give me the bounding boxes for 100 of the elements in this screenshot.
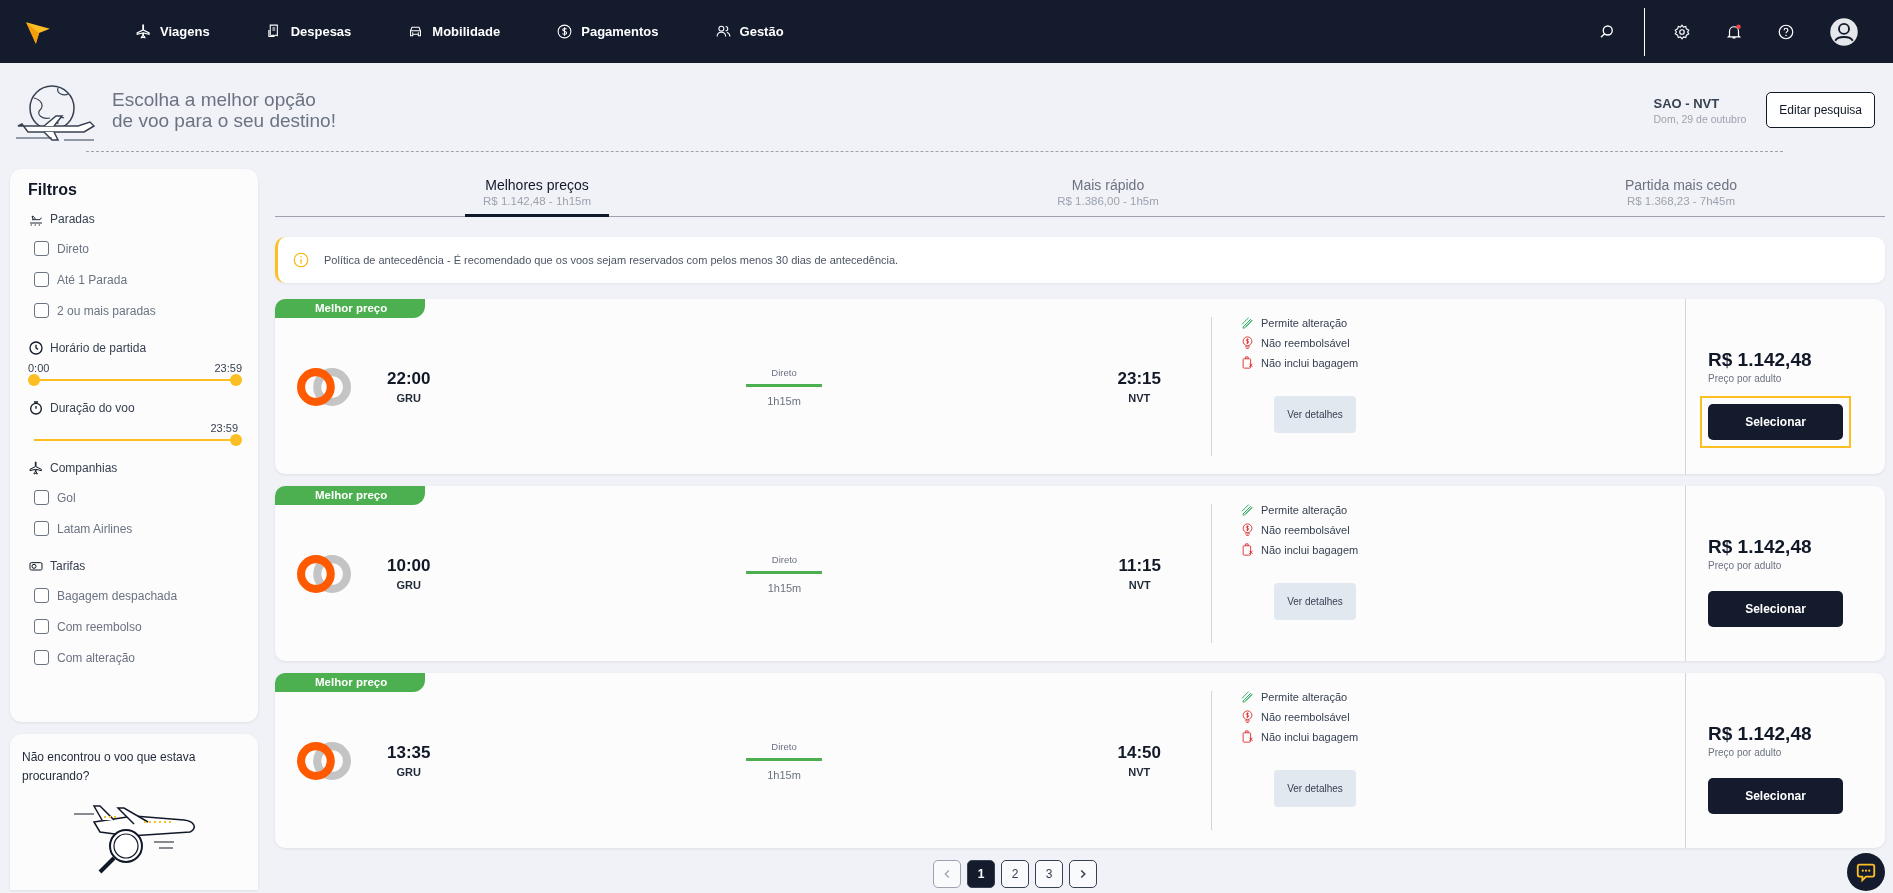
settings-icon bbox=[1673, 22, 1691, 41]
airplane-icon bbox=[135, 23, 152, 40]
filter-option[interactable]: Latam Airlines bbox=[28, 513, 242, 544]
checkbox[interactable] bbox=[34, 272, 49, 287]
best-price-badge: Melhor preço bbox=[275, 673, 425, 692]
fare-feature: Não reembolsável bbox=[1261, 523, 1350, 536]
filter-section-title: Companhias bbox=[50, 461, 118, 475]
chat-bubble-icon bbox=[1855, 861, 1877, 883]
bell-icon bbox=[1725, 22, 1743, 41]
details-button[interactable]: Ver detalhes bbox=[1274, 770, 1356, 807]
filter-section-title: Duração do voo bbox=[50, 401, 135, 415]
nav-link[interactable]: Mobilidade bbox=[379, 23, 529, 40]
dollar-icon bbox=[1240, 522, 1255, 537]
price-note: Preço por adulto bbox=[1708, 373, 1783, 384]
best-price-badge: Melhor preço bbox=[275, 299, 425, 318]
fare-feature: Não reembolsável bbox=[1261, 336, 1350, 349]
departure-time: 10:00 bbox=[387, 556, 431, 576]
arrival-airport: NVT bbox=[1128, 392, 1151, 404]
fare-feature: Permite alteração bbox=[1261, 316, 1348, 329]
checkbox[interactable] bbox=[34, 241, 49, 256]
price: R$ 1.142,48 bbox=[1708, 349, 1813, 371]
checkbox[interactable] bbox=[34, 619, 49, 634]
route-date: Dom, 29 de outubro bbox=[1653, 112, 1747, 125]
arrival-time: 11:15 bbox=[1118, 556, 1161, 576]
nav-link[interactable]: Gestão bbox=[686, 23, 812, 40]
checkbox[interactable] bbox=[34, 521, 49, 536]
fare-feature: Não inclui bagagem bbox=[1261, 730, 1359, 743]
price-note: Preço por adulto bbox=[1708, 560, 1783, 571]
range-value: 23:59 bbox=[210, 422, 238, 434]
filters-title: Filtros bbox=[28, 181, 78, 199]
best-price-badge: Melhor preço bbox=[275, 486, 425, 505]
departure-time: 22:00 bbox=[387, 369, 431, 389]
slider-handle[interactable] bbox=[230, 374, 242, 386]
headline-line: de voo para o seu destino! bbox=[112, 110, 336, 131]
arrival-airport: NVT bbox=[1128, 579, 1151, 591]
range-value: 23:59 bbox=[214, 362, 242, 374]
page-button[interactable]: 3 bbox=[1035, 860, 1063, 888]
details-button[interactable]: Ver detalhes bbox=[1274, 583, 1356, 620]
sort-tab[interactable]: Melhores preços R$ 1.142,48 - 1h15m bbox=[465, 173, 610, 217]
arrival-time: 23:15 bbox=[1117, 369, 1161, 389]
details-button[interactable]: Ver detalhes bbox=[1274, 396, 1356, 433]
filter-option[interactable]: Com reembolso bbox=[28, 611, 242, 642]
filter-section-title: Paradas bbox=[50, 212, 95, 226]
checkbox[interactable] bbox=[34, 303, 49, 318]
stopwatch-icon bbox=[28, 400, 44, 416]
info-icon bbox=[292, 251, 310, 269]
range-slider[interactable] bbox=[28, 374, 242, 386]
filter-option[interactable]: 2 ou mais paradas bbox=[28, 295, 242, 326]
sort-tab[interactable]: Mais rápido R$ 1.386,00 - 1h5m bbox=[1039, 173, 1177, 217]
filter-option[interactable]: Direto bbox=[28, 233, 242, 264]
route-title: SAO - NVT bbox=[1653, 95, 1721, 111]
nav-link[interactable]: Despesas bbox=[237, 23, 380, 40]
departure-airport: GRU bbox=[396, 579, 421, 591]
checkbox[interactable] bbox=[34, 650, 49, 665]
departure-time: 13:35 bbox=[387, 743, 431, 763]
search-icon bbox=[1598, 22, 1616, 41]
chat-button[interactable] bbox=[1847, 853, 1885, 891]
slider-handle[interactable] bbox=[28, 374, 40, 386]
clock-icon bbox=[28, 340, 44, 356]
filter-section-title: Tarifas bbox=[50, 559, 86, 573]
stops-label: Direto bbox=[771, 366, 797, 378]
nav-link[interactable]: Viagens bbox=[107, 23, 238, 40]
select-button[interactable]: Selecionar bbox=[1708, 591, 1843, 627]
stops-label: Direto bbox=[771, 740, 797, 752]
headline-line: Escolha a melhor opção bbox=[112, 89, 317, 110]
sort-tab[interactable]: Partida mais cedo R$ 1.368,23 - 7h45m bbox=[1606, 173, 1755, 217]
price: R$ 1.142,48 bbox=[1708, 723, 1813, 745]
avatar-icon bbox=[1829, 16, 1859, 47]
checkbox[interactable] bbox=[34, 490, 49, 505]
select-button[interactable]: Selecionar bbox=[1708, 404, 1843, 440]
nav-link[interactable]: Pagamentos bbox=[528, 23, 687, 40]
page-button[interactable]: 2 bbox=[1001, 860, 1029, 888]
airplane-icon bbox=[28, 460, 44, 476]
filter-option[interactable]: Bagagem despachada bbox=[28, 580, 242, 611]
help-text: Não encontrou o voo que estava procurando? bbox=[22, 749, 197, 785]
filter-option[interactable]: Gol bbox=[28, 482, 242, 513]
arrival-time: 14:50 bbox=[1117, 743, 1161, 763]
dollar-icon bbox=[1240, 335, 1255, 350]
help-icon bbox=[1777, 22, 1795, 41]
departure-airport: GRU bbox=[396, 766, 421, 778]
fare-feature: Não inclui bagagem bbox=[1261, 356, 1359, 369]
edit-search-button[interactable]: Editar pesquisa bbox=[1766, 92, 1875, 128]
slider-handle[interactable] bbox=[230, 434, 242, 446]
fare-feature: Não reembolsável bbox=[1261, 710, 1350, 723]
next-page-button[interactable] bbox=[1069, 860, 1097, 888]
fare-feature: Não inclui bagagem bbox=[1261, 543, 1359, 556]
fare-feature: Permite alteração bbox=[1261, 503, 1348, 516]
select-button[interactable]: Selecionar bbox=[1708, 778, 1843, 814]
duration: 1h15m bbox=[767, 768, 801, 781]
filter-option[interactable]: Até 1 Parada bbox=[28, 264, 242, 295]
luggage-icon bbox=[1240, 542, 1255, 557]
filter-option[interactable]: Com alteração bbox=[28, 642, 242, 673]
checkbox[interactable] bbox=[34, 588, 49, 603]
price: R$ 1.142,48 bbox=[1708, 536, 1813, 558]
stops-label: Direto bbox=[771, 553, 798, 565]
luggage-icon bbox=[1240, 729, 1255, 744]
page-button[interactable]: 1 bbox=[967, 860, 995, 888]
fare-feature: Permite alteração bbox=[1261, 690, 1348, 703]
dollar-icon bbox=[1240, 709, 1255, 724]
duration: 1h15m bbox=[767, 581, 802, 594]
